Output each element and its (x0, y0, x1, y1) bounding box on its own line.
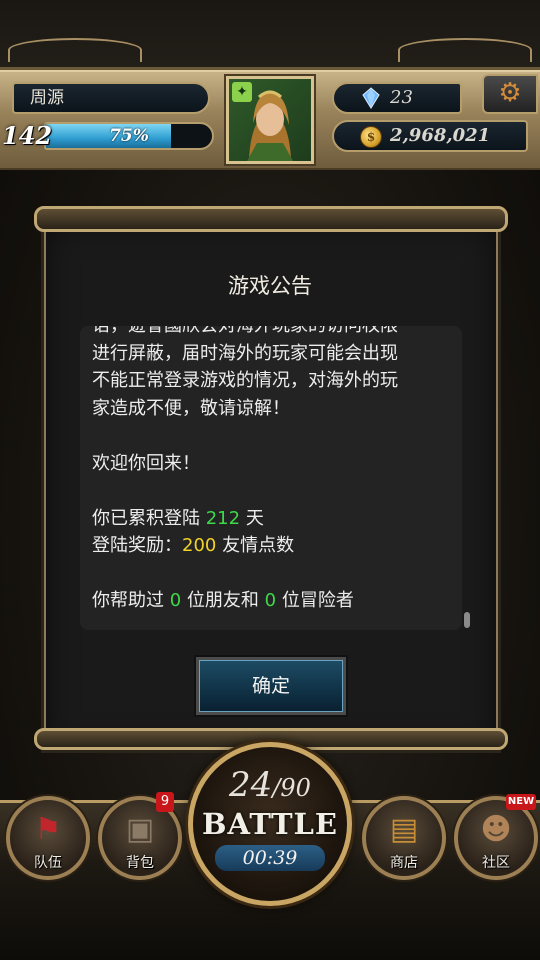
notice-line: 家造成不便，敬请谅解！ (92, 397, 290, 419)
notice-scroll-area[interactable]: 语，遊會國欣会对海外玩家的访问权限 进行屏蔽，届时海外的玩家可能会出现 不能正常… (80, 326, 462, 630)
nav-shop-label: 商店 (390, 855, 418, 871)
helped-line: 你帮助过 0 位朋友和 0 位冒险者 (92, 590, 354, 611)
welcome-text: 欢迎你回来！ (92, 452, 200, 474)
top-ornament (0, 0, 540, 70)
nav-team-button[interactable]: ⚑ 队伍 (6, 796, 90, 880)
login-days-line: 你已累积登陆 212 天 (92, 507, 264, 529)
confirm-button[interactable]: 确定 (196, 657, 346, 715)
bag-badge: 9 (156, 792, 174, 812)
gold-counter[interactable]: $ 2,968,021 (332, 120, 528, 152)
coin-icon: $ (360, 126, 382, 148)
nav-team-label: 队伍 (34, 855, 62, 871)
notice-scrollbar[interactable] (464, 612, 470, 628)
player-name: 周源 (12, 82, 210, 114)
notice-line: 进行屏蔽，届时海外的玩家可能会出现 (92, 342, 398, 364)
dialog-title: 游戏公告 (228, 274, 312, 298)
people-icon: ☻ (480, 812, 512, 847)
xp-bar: 75% (44, 122, 214, 150)
helped-adventurers-value: 0 (264, 590, 277, 611)
gear-icon: ⚙ (498, 78, 522, 108)
leaf-icon: ✦ (232, 82, 252, 102)
player-level: 142 (2, 121, 53, 150)
gem-counter[interactable]: 23 (332, 82, 462, 114)
stamina-max: /90 (272, 774, 311, 802)
backpack-icon: ▣ (125, 812, 155, 847)
stamina-timer: 00:39 (215, 845, 325, 871)
community-new-badge: NEW (506, 794, 536, 810)
nav-shop-button[interactable]: ▤ 商店 (362, 796, 446, 880)
dialog-top-ornament (34, 206, 508, 232)
treasure-chest-icon: ▤ (389, 812, 419, 847)
battle-button[interactable]: 24/90 BATTLE 00:39 (188, 742, 352, 906)
notice-text: 语，遊會國欣会对海外玩家的访问权限 进行屏蔽，届时海外的玩家可能会出现 不能正常… (92, 326, 448, 615)
login-reward-line: 登陆奖励：200 友情点数 (92, 535, 295, 556)
nav-community-label: 社区 (482, 855, 510, 871)
stamina-current: 24 (229, 765, 273, 805)
notice-line: 语，遊會國欣会对海外玩家的访问权限 (92, 326, 448, 340)
helped-friends-value: 0 (169, 590, 182, 611)
player-avatar[interactable]: ✦ (226, 76, 314, 164)
settings-button[interactable]: ⚙ (482, 74, 538, 114)
notice-line: 不能正常登录游戏的情况，对海外的玩 (92, 370, 398, 391)
gold-count: 2,968,021 (390, 125, 491, 146)
nav-bag-label: 背包 (126, 855, 154, 871)
flag-icon: ⚑ (34, 812, 62, 847)
gem-icon (362, 87, 380, 109)
stamina-display: 24/90 (193, 765, 347, 805)
login-reward-value: 200 (182, 535, 217, 556)
login-days-value: 212 (205, 507, 241, 529)
battle-label: BATTLE (201, 807, 339, 841)
gem-count: 23 (390, 87, 413, 108)
xp-percent: 75% (109, 126, 149, 146)
